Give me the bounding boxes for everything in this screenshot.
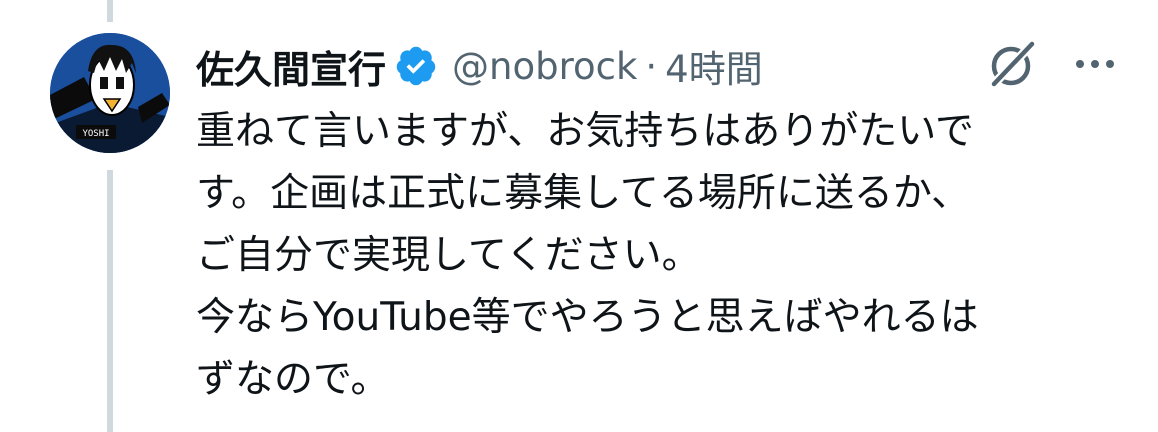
avatar-illustration: YOSHI	[50, 33, 170, 153]
timestamp[interactable]: 4時間	[665, 39, 763, 93]
thread-line-bottom	[107, 170, 113, 432]
tweet-text-line: 今ならYouTube等でやろうと思えばやれるは	[196, 295, 979, 340]
tweet-text-line: 重ねて言いますが、お気持ちはありがたいで	[196, 109, 975, 154]
tweet-text: 重ねて言いますが、お気持ちはありがたいで す。企画は正式に募集してる場所に送るか…	[196, 101, 1116, 411]
avatar-text: YOSHI	[82, 129, 109, 139]
grok-icon[interactable]	[984, 36, 1040, 92]
verified-badge-icon[interactable]	[394, 44, 438, 88]
separator-dot: ·	[645, 44, 658, 88]
thread-line-top	[107, 0, 113, 22]
tweet-text-line: ずなので。	[196, 357, 390, 402]
more-options-icon[interactable]	[1072, 50, 1118, 78]
display-name[interactable]: 佐久間宣行	[196, 39, 386, 94]
avatar[interactable]: YOSHI	[50, 33, 170, 153]
user-handle[interactable]: @nobrock	[452, 45, 637, 88]
tweet-header: 佐久間宣行 @nobrock · 4時間	[196, 38, 763, 94]
tweet-text-line: ご自分で実現してください。	[196, 233, 701, 278]
tweet-text-line: す。企画は正式に募集してる場所に送るか、	[196, 171, 971, 216]
